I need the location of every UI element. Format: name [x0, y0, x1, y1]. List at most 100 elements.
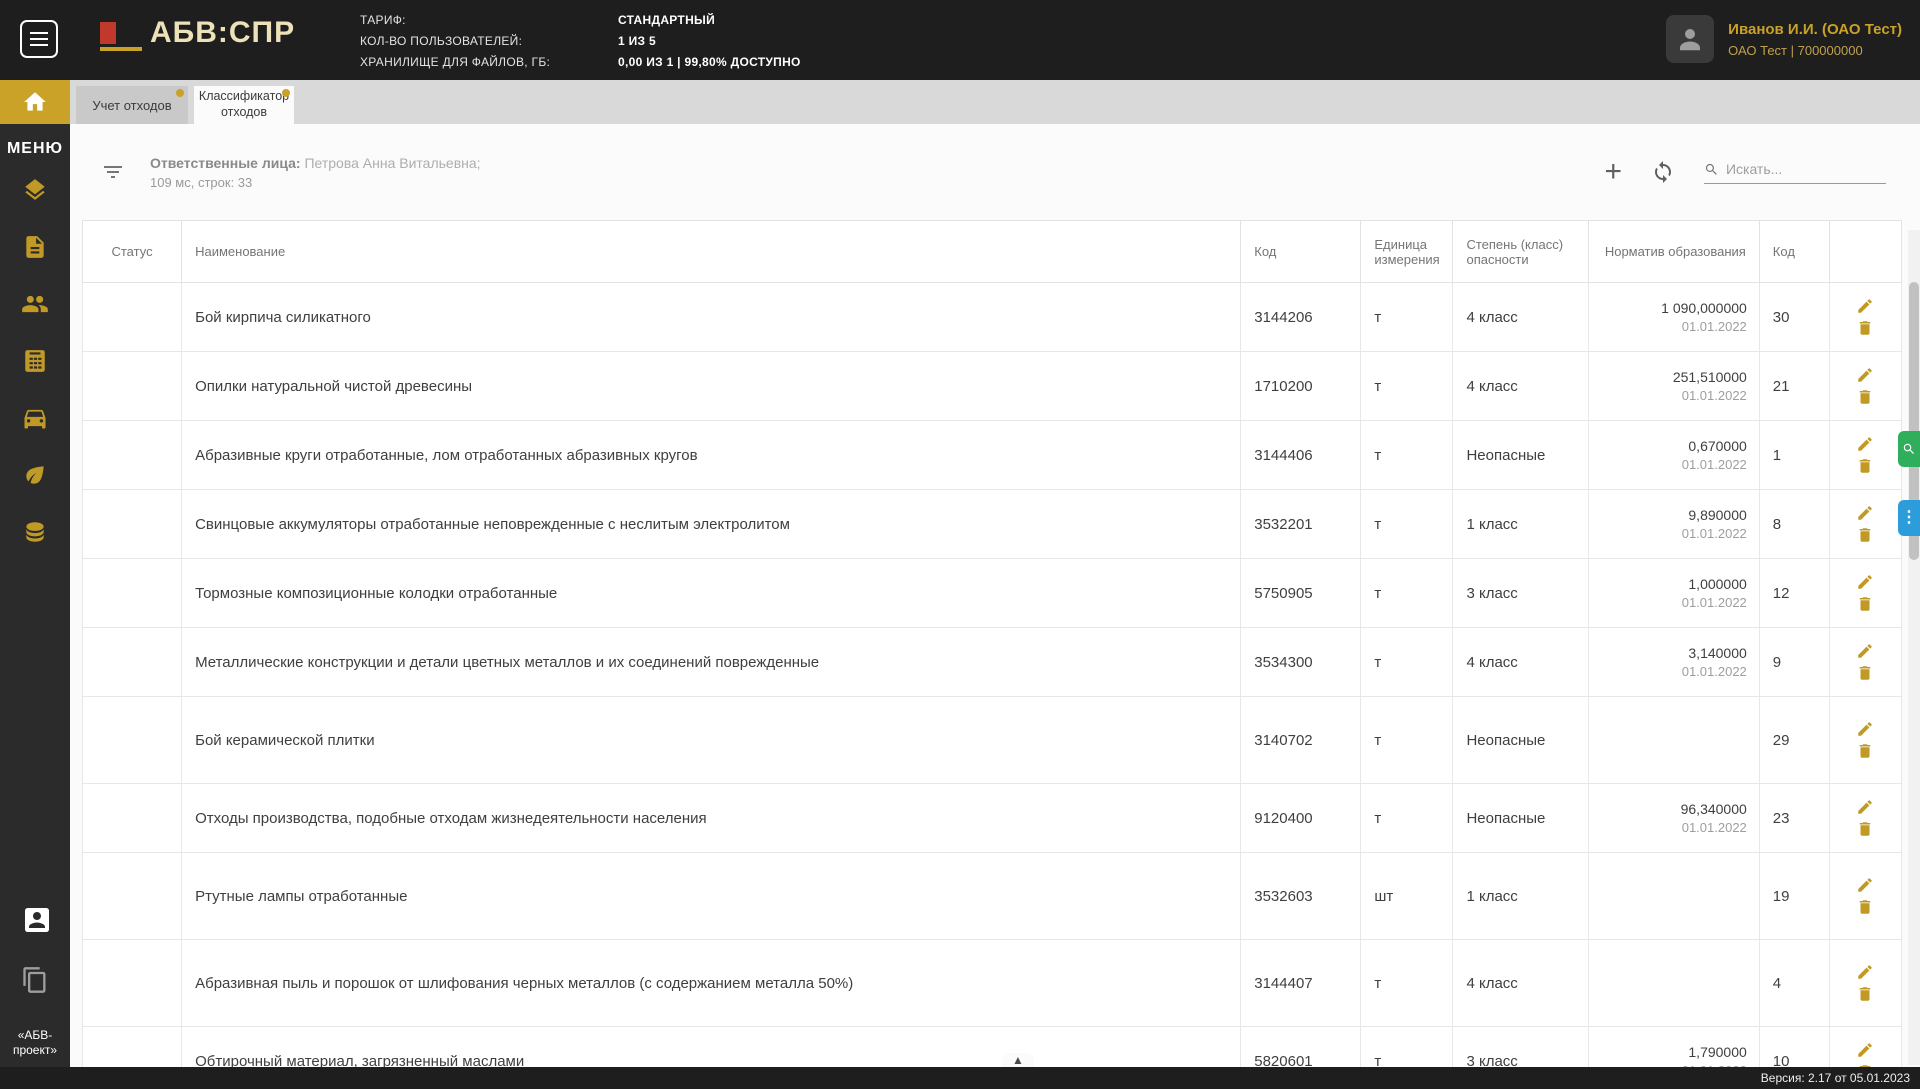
add-button[interactable]: +	[1604, 157, 1622, 187]
code-cell: 3534300	[1240, 627, 1362, 697]
edit-button[interactable]	[1854, 961, 1876, 983]
plan-info: ТАРИФ: СТАНДАРТНЫЙ КОЛ-ВО ПОЛЬЗОВАТЕЛЕЙ:…	[360, 13, 801, 69]
database-icon	[26, 522, 44, 542]
pencil-icon	[1858, 878, 1873, 892]
norm-cell: 0,670000 01.01.2022	[1587, 420, 1760, 490]
sidebar-item-layers[interactable]	[21, 176, 49, 204]
code2-cell: 4	[1758, 939, 1830, 1027]
edit-button[interactable]	[1854, 433, 1876, 455]
sidebar-item-account[interactable]	[21, 904, 49, 932]
edit-button[interactable]	[1854, 1039, 1876, 1061]
trash-icon	[1860, 744, 1871, 758]
edit-button[interactable]	[1854, 796, 1876, 818]
edit-button[interactable]	[1854, 571, 1876, 593]
delete-button[interactable]	[1854, 983, 1876, 1005]
delete-button[interactable]	[1854, 740, 1876, 762]
edit-button[interactable]	[1854, 295, 1876, 317]
table-row[interactable]: Металлические конструкции и детали цветн…	[81, 627, 1903, 697]
code2-cell: 19	[1758, 852, 1830, 940]
filter-button[interactable]	[100, 159, 126, 185]
row-actions	[1828, 939, 1903, 1027]
delete-button[interactable]	[1854, 593, 1876, 615]
sidebar-item-transport[interactable]	[21, 404, 49, 432]
pencil-icon	[1858, 506, 1873, 520]
table-row[interactable]: Абразивная пыль и порошок от шлифования …	[81, 939, 1903, 1027]
more-options-fab[interactable]: ⋮	[1898, 500, 1920, 536]
home-button[interactable]	[0, 80, 70, 124]
collapse-footer-chevron[interactable]: ▲	[1002, 1053, 1034, 1067]
delete-button[interactable]	[1854, 386, 1876, 408]
row-actions	[1828, 1026, 1903, 1067]
sidebar-item-copy[interactable]	[21, 966, 49, 994]
table-row[interactable]: Свинцовые аккумуляторы отработанные непо…	[81, 489, 1903, 559]
name-cell: Ртутные лампы отработанные	[181, 852, 1242, 940]
status-cell	[81, 558, 183, 628]
norm-cell: 251,510000 01.01.2022	[1587, 351, 1760, 421]
refresh-button[interactable]	[1650, 159, 1676, 185]
name-cell: Опилки натуральной чистой древесины	[181, 351, 1242, 421]
user-menu[interactable]: Иванов И.И. (ОАО Тест) ОАО Тест | 700000…	[1666, 15, 1902, 63]
pencil-icon	[1858, 1043, 1873, 1057]
table-row[interactable]: Отходы производства, подобные отходам жи…	[81, 783, 1903, 853]
delete-button[interactable]	[1854, 818, 1876, 840]
row-actions	[1828, 696, 1903, 784]
tab-waste-accounting[interactable]: Учет отходов	[76, 86, 188, 124]
tab-bar: Учет отходов Классификатор отходов	[70, 80, 1920, 124]
edit-button[interactable]	[1854, 718, 1876, 740]
sidebar-item-calculator[interactable]	[21, 347, 49, 375]
delete-button[interactable]	[1854, 317, 1876, 339]
code-cell: 3140702	[1240, 696, 1362, 784]
name-cell: Тормозные композиционные колодки отработ…	[181, 558, 1242, 628]
edit-button[interactable]	[1854, 640, 1876, 662]
hazard-cell: 3 класс	[1452, 558, 1589, 628]
table-row[interactable]: Бой кирпича силикатного 3144206 т 4 клас…	[81, 282, 1903, 352]
edit-button[interactable]	[1854, 364, 1876, 386]
pencil-icon	[1858, 800, 1873, 814]
edit-button[interactable]	[1854, 502, 1876, 524]
table-row[interactable]: Опилки натуральной чистой древесины 1710…	[81, 351, 1903, 421]
waste-table: Статус Наименование Код Единица измерени…	[81, 220, 1903, 1067]
delete-button[interactable]	[1854, 662, 1876, 684]
filter-list-icon	[104, 166, 122, 178]
hazard-cell: Неопасные	[1452, 420, 1589, 490]
sidebar-item-people[interactable]	[21, 290, 49, 318]
people-icon	[22, 295, 48, 313]
sidebar-item-database[interactable]	[21, 518, 49, 546]
table-row[interactable]: Ртутные лампы отработанные 3532603 шт 1 …	[81, 852, 1903, 940]
code2-cell: 1	[1758, 420, 1830, 490]
unit-cell: т	[1360, 939, 1454, 1027]
filter-label: Ответственные лица:	[150, 154, 301, 171]
sidebar: МЕНЮ «АБВ-проект»	[0, 80, 70, 1067]
pencil-icon	[1858, 299, 1873, 313]
sidebar-item-report[interactable]	[21, 233, 49, 261]
search-icon	[1705, 163, 1717, 175]
code2-cell: 23	[1758, 783, 1830, 853]
hamburger-menu-button[interactable]	[20, 20, 58, 58]
delete-button[interactable]	[1854, 524, 1876, 546]
edit-button[interactable]	[1854, 874, 1876, 896]
trash-icon	[1860, 459, 1871, 473]
user-name: Иванов И.И. (ОАО Тест)	[1728, 20, 1902, 38]
code2-cell: 30	[1758, 282, 1830, 352]
row-actions	[1828, 783, 1903, 853]
quick-search-fab[interactable]	[1898, 431, 1920, 467]
tab-waste-classifier[interactable]: Классификатор отходов	[194, 86, 294, 124]
tab-label: Учет отходов	[92, 97, 172, 113]
person-icon	[1680, 29, 1701, 51]
delete-button[interactable]	[1854, 455, 1876, 477]
unit-cell: т	[1360, 351, 1454, 421]
table-row[interactable]: Абразивные круги отработанные, лом отраб…	[81, 420, 1903, 490]
search-input[interactable]	[1725, 161, 1886, 177]
vertical-scrollbar[interactable]	[1908, 230, 1920, 1065]
delete-button[interactable]	[1854, 896, 1876, 918]
sidebar-item-ecology[interactable]	[21, 461, 49, 489]
users-value: 1 ИЗ 5	[618, 34, 656, 48]
trash-icon	[1860, 597, 1871, 611]
table-row[interactable]: Тормозные композиционные колодки отработ…	[81, 558, 1903, 628]
table-row[interactable]: Обтирочный материал, загрязненный маслам…	[81, 1026, 1903, 1067]
table-row[interactable]: Бой керамической плитки 3140702 т Неопас…	[81, 696, 1903, 784]
row-actions	[1828, 282, 1903, 352]
unit-cell: т	[1360, 558, 1454, 628]
version-text: Версия: 2.17 от 05.01.2023	[1760, 1071, 1910, 1085]
code-cell: 1710200	[1240, 351, 1362, 421]
